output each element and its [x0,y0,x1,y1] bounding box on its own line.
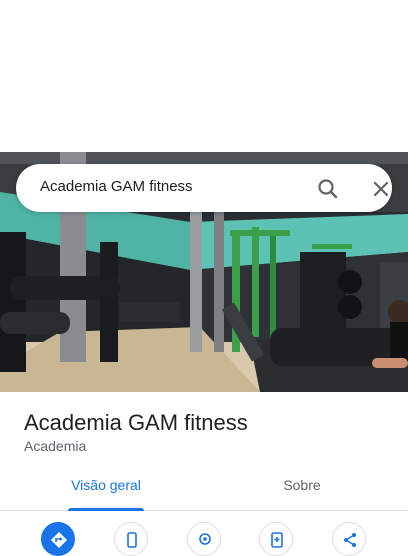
tab-bar: Visão geral Sobre [0,464,408,511]
close-icon[interactable] [368,176,394,202]
share-icon [344,533,356,547]
nearby-button[interactable] [187,522,221,556]
top-blank-area [0,0,408,152]
phone-icon [127,532,137,548]
save-button[interactable] [259,522,293,556]
search-query[interactable]: Academia GAM fitness [40,178,193,195]
call-button[interactable] [114,522,148,556]
place-title: Academia GAM fitness [24,410,248,435]
place-info-panel: Academia GAM fitness Academia Visão gera… [0,392,408,556]
search-icon[interactable] [315,176,341,202]
share-button[interactable] [332,522,366,556]
directions-icon [51,532,67,548]
search-bar[interactable]: Academia GAM fitness [16,164,392,212]
action-buttons-row [0,522,408,556]
save-icon [271,532,283,548]
active-tab-indicator [68,508,144,511]
tab-overview[interactable]: Visão geral [52,464,160,511]
tab-about-label: Sobre [283,477,321,493]
tab-overview-label: Visão geral [71,477,141,493]
location-icon [199,533,211,545]
tab-about[interactable]: Sobre [248,464,356,510]
place-category[interactable]: Academia [24,438,86,454]
directions-button[interactable] [41,522,75,556]
